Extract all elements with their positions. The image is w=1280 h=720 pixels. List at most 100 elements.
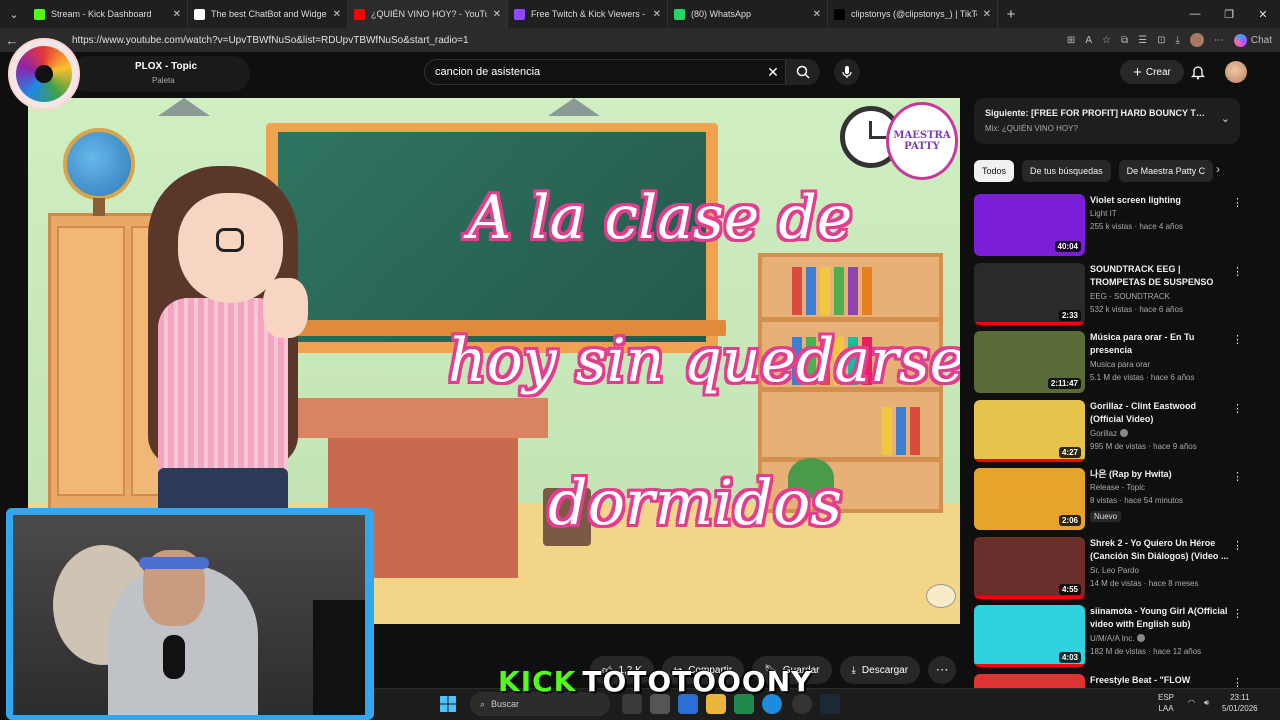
wifi-icon[interactable]: ◠ [1188,697,1195,708]
recommendation-item[interactable]: 4:27 Gorillaz - Clint Eastwood (Official … [974,399,1250,469]
browser-tab[interactable]: clipstonys (@clipstonys_) | TikTok ✕ [828,0,998,28]
new-badge: Nuevo [1090,511,1122,522]
new-tab-button[interactable]: + [998,6,1024,23]
kebab-menu-icon[interactable]: ⋮ [1232,265,1243,278]
close-tab-icon[interactable]: ✕ [983,9,991,20]
recommendation-meta: 182 M de vistas · hace 12 años [1090,647,1202,656]
recommendation-title[interactable]: Freestyle Beat - "FLOW [1090,674,1230,687]
close-tab-icon[interactable]: ✕ [813,9,821,20]
account-avatar[interactable] [1225,61,1247,83]
close-tab-icon[interactable]: ✕ [333,9,341,20]
recommendation-channel[interactable]: Light IT [1090,209,1117,218]
filter-chip[interactable]: De tus búsquedas [1022,160,1111,182]
channel-name: Gorillaz [1090,428,1118,438]
maximize-button[interactable]: ❐ [1212,0,1246,28]
recommendation-title[interactable]: 나은 (Rap by Hwita) [1090,468,1230,481]
tab-actions-menu[interactable]: ⌄ [0,0,28,28]
copilot-chat-button[interactable]: Chat [1233,33,1272,47]
browser-tab[interactable]: Free Twitch & Kick Viewers - Try 1 ✕ [508,0,668,28]
recommendation-item[interactable]: 4:03 siinamota - Young Girl A(Official vi… [974,605,1250,674]
teacher-glasses [216,228,244,252]
recommendation-title[interactable]: siinamota - Young Girl A(Official video … [1090,605,1230,631]
filter-chip[interactable]: Todos [974,160,1015,182]
volume-icon[interactable]: 🔊︎ [1204,697,1209,708]
up-next-card[interactable]: Siguiente: [FREE FOR PROFIT] HARD BOUNCY… [974,98,1240,144]
close-tab-icon[interactable]: ✕ [493,9,501,20]
favorites-icon[interactable]: ☰ [1138,35,1147,46]
recommendation-title[interactable]: Violet screen lighting [1090,194,1230,207]
url-field[interactable]: https://www.youtube.com/watch?v=UpvTBWfN… [72,35,1067,46]
browser-tab[interactable]: Stream - Kick Dashboard ✕ [28,0,188,28]
download-icon[interactable]: ⤓ [1175,35,1179,46]
kebab-menu-icon[interactable]: ⋮ [1232,539,1243,552]
close-tab-icon[interactable]: ✕ [653,9,661,20]
steam-icon[interactable] [820,694,840,714]
kebab-menu-icon[interactable]: ⋮ [1232,402,1243,415]
collections-icon[interactable]: ⊡ [1157,35,1165,46]
notifications-button[interactable] [1188,62,1208,82]
recommendation-title[interactable]: Música para orar - En Tu presencia [1090,331,1230,357]
language-indicator[interactable]: ESP LAA [1158,692,1174,714]
search-input[interactable]: cancion de asistencia [435,66,761,78]
video-thumbnail[interactable]: 4:55 [974,536,1085,599]
recommendation-channel[interactable]: EEG - SOUNDTRACK [1090,292,1170,301]
search-box[interactable]: cancion de asistencia ✕ [424,59,786,85]
apps-icon[interactable]: ⊞ [1067,35,1075,46]
minimize-button[interactable]: — [1178,0,1212,28]
video-thumbnail[interactable]: 2:33 [974,262,1085,325]
profile-avatar-icon[interactable] [1189,33,1204,47]
clear-search-icon[interactable]: ✕ [761,64,785,81]
browser-tab[interactable]: (80) WhatsApp ✕ [668,0,828,28]
voice-search-button[interactable] [834,59,860,85]
recommendation-channel[interactable]: Release - Topic [1090,483,1145,492]
video-thumbnail[interactable]: 4:03 [974,605,1085,667]
video-thumbnail[interactable]: 2:06 [974,468,1085,530]
recommendation-channel[interactable]: Sr. Leo Pardo [1090,566,1139,575]
chat-label: Chat [1250,34,1272,46]
filter-chip[interactable]: De Maestra Patty C [1118,160,1214,182]
recommendation-item[interactable]: 2:06 나은 (Rap by Hwita) Release - Topic 8 vi… [974,468,1250,537]
recommendation-channel[interactable]: Musica para orar [1090,360,1150,369]
ceiling-lamp [158,98,210,116]
recommendation-item[interactable]: 40:04 Violet screen lighting Light IT 255 k… [974,194,1250,263]
close-window-button[interactable]: ✕ [1246,0,1280,28]
browser-tab[interactable]: The best ChatBot and Widgets for ✕ [188,0,348,28]
more-actions-button[interactable]: ⋯ [928,656,957,684]
kebab-menu-icon[interactable]: ⋮ [1232,470,1243,483]
streamer-name: TOTOTOOONY [582,664,813,698]
favorite-star-icon[interactable]: ☆ [1102,35,1111,46]
close-tab-icon[interactable]: ✕ [173,9,181,20]
verified-check-icon [1120,428,1129,437]
channel-logo-text: MAESTRA PATTY [893,130,951,152]
recommendation-item[interactable]: 2:33 SOUNDTRACK EEG | TROMPETAS DE SUSPEN… [974,262,1250,332]
recommendation-title[interactable]: SOUNDTRACK EEG | TROMPETAS DE SUSPENSO [1090,263,1230,289]
tab-title: The best ChatBot and Widgets for [211,9,327,19]
cabinet-door [57,226,125,496]
recommendation-title[interactable]: Gorillaz - Clint Eastwood (Official Vide… [1090,400,1230,426]
create-button[interactable]: + Crear [1120,60,1184,84]
kick-overlay: KICK TOTOTOOONY [498,664,812,698]
chevron-right-icon[interactable]: › [1216,162,1220,176]
windows-start-icon[interactable] [440,696,456,712]
browser-tab[interactable]: ¿QUIÉN VINO HOY? - YouTub ✕ [348,0,508,28]
recommendation-item[interactable]: 2:11:47 Música para orar - En Tu presenci… [974,331,1250,400]
search-button[interactable] [786,59,820,85]
kebab-menu-icon[interactable]: ⋮ [1232,676,1243,689]
download-button[interactable]: ⤓ Descargar [839,656,921,684]
recommendation-item[interactable]: 4:55 Shrek 2 - Yo Quiero Un Héroe (Canció… [974,536,1250,606]
video-thumbnail[interactable]: 2:11:47 [974,331,1085,393]
read-aloud-icon[interactable]: A [1085,35,1092,46]
chevron-down-icon[interactable]: ⌄ [1221,112,1230,125]
kebab-menu-icon[interactable]: ⋮ [1232,196,1243,209]
recommendation-title[interactable]: Shrek 2 - Yo Quiero Un Héroe (Canción Si… [1090,537,1230,563]
more-options-icon[interactable]: ⋯ [1214,35,1224,46]
video-thumbnail[interactable]: 40:04 [974,194,1085,256]
kebab-menu-icon[interactable]: ⋮ [1232,333,1243,346]
recommendation-channel[interactable]: Gorillaz [1090,428,1129,438]
kebab-menu-icon[interactable]: ⋮ [1232,607,1243,620]
video-thumbnail[interactable]: 4:27 [974,399,1085,462]
recommendation-channel[interactable]: U/M/A/A Inc. [1090,634,1146,643]
clock[interactable]: 23:11 5/01/2026 [1222,692,1258,714]
watch-progress-bar [974,664,1085,667]
extensions-icon[interactable]: ⧉ [1121,35,1128,46]
